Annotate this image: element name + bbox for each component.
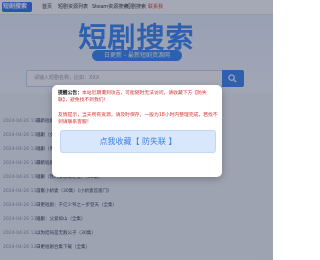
bookmark-button[interactable]: 点我收藏【 防失联 】 [60,130,216,153]
announcement-text: 提醒公告：本站近期遭到攻击，可能随时无法访问，请收藏下方【防失联】，避免找不到我… [58,90,218,104]
announcement-label: 提醒公告： [58,91,82,96]
announcement-tip: 友情提示，当天所有资源，请及时保存，一般为18小时内整理完成，若找不到请联系客服… [58,113,218,125]
announcement-modal: 提醒公告：本站近期遭到攻击，可能随时无法访问，请收藏下方【防失联】，避免找不到我… [52,85,222,177]
